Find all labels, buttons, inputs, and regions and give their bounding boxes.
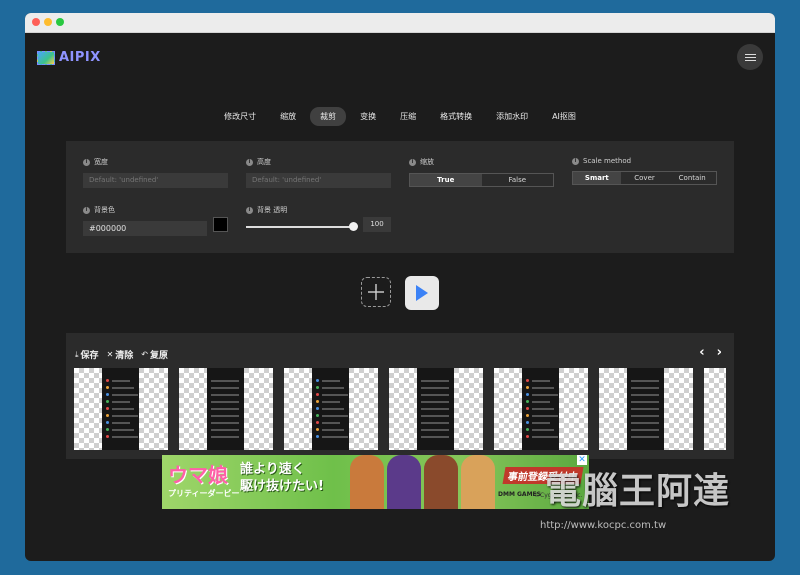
thumb-nav: ‹ › [699, 345, 722, 360]
height-input[interactable] [246, 173, 391, 188]
tab-add-watermark[interactable]: 添加水印 [486, 107, 538, 126]
bg-color-label: 背景色 [94, 206, 115, 214]
minimize-window-icon[interactable] [44, 18, 52, 26]
hamburger-icon [744, 53, 756, 55]
thumbnail-image [207, 368, 244, 450]
tab-crop[interactable]: 裁剪 [310, 107, 347, 126]
result-thumbnail[interactable] [599, 368, 693, 450]
watermark-url: http://www.kocpc.com.tw [540, 520, 667, 531]
result-thumbnail[interactable] [74, 368, 168, 450]
tab-transform[interactable]: 变换 [350, 107, 386, 126]
chevron-right-icon[interactable]: › [717, 345, 722, 360]
scale-method-smart[interactable]: Smart [573, 172, 621, 184]
add-image-button[interactable] [361, 277, 391, 307]
result-actions: ⤓ 保存 ✕ 清除 ↶ 复原 [75, 348, 168, 362]
image-logo-icon [37, 50, 55, 65]
bg-opacity-slider-handle[interactable] [349, 222, 358, 231]
ad-slogan: 誰より速く 駆け抜けたい! [240, 462, 324, 494]
thumbnail-strip [74, 368, 726, 450]
scale-method-contain[interactable]: Contain [668, 172, 716, 184]
scale-method-toggle: Smart Cover Contain [572, 171, 717, 185]
bg-color-field: i 背景色 #000000 [83, 205, 228, 236]
thumbnail-image [102, 368, 139, 450]
ad-character-image [424, 455, 458, 509]
results-panel: ⤓ 保存 ✕ 清除 ↶ 复原 ‹ › [66, 333, 734, 459]
bg-opacity-field: i 背景 透明 100 [246, 205, 391, 232]
tab-ai-cutout[interactable]: AI抠图 [542, 107, 586, 126]
result-thumbnail[interactable] [389, 368, 483, 450]
bg-opacity-label: 背景 透明 [257, 206, 288, 214]
restore-button[interactable]: ↶ 复原 [141, 348, 168, 361]
clear-button[interactable]: ✕ 清除 [107, 348, 134, 361]
save-button[interactable]: ⤓ 保存 [75, 348, 99, 362]
info-icon[interactable]: i [246, 206, 253, 214]
menu-button[interactable] [737, 44, 763, 70]
scale-true-option[interactable]: True [410, 174, 482, 186]
width-label: 宽度 [94, 158, 108, 166]
plus-icon [368, 284, 384, 300]
ad-character-image [387, 455, 421, 509]
scale-method-cover[interactable]: Cover [621, 172, 669, 184]
width-field: i 宽度 [83, 157, 228, 188]
info-icon[interactable]: i [409, 158, 416, 166]
settings-panel: i 宽度 i 高度 i 缩放 True False i [66, 141, 734, 253]
ad-logo: ウマ娘 プリティーダービー [168, 463, 240, 498]
result-thumbnail[interactable] [704, 368, 726, 450]
browser-titlebar [25, 13, 775, 33]
ad-character-image [461, 455, 495, 509]
undo-icon: ↶ [141, 350, 148, 359]
close-window-icon[interactable] [32, 18, 40, 26]
info-icon[interactable]: i [572, 157, 579, 165]
width-input[interactable] [83, 173, 228, 188]
tab-format-convert[interactable]: 格式转换 [430, 107, 482, 126]
result-thumbnail[interactable] [179, 368, 273, 450]
play-icon [416, 285, 428, 301]
height-label: 高度 [257, 158, 271, 166]
tool-tabs: 修改尺寸 缩放 裁剪 变换 压缩 格式转换 添加水印 AI抠图 [25, 107, 775, 126]
height-field: i 高度 [246, 157, 391, 188]
ad-banner[interactable]: ウマ娘 プリティーダービー 誰より速く 駆け抜けたい! 事前登録受付中 DMM … [162, 455, 589, 509]
process-button[interactable] [405, 276, 439, 310]
ad-character-image [350, 455, 384, 509]
thumbnail-image [522, 368, 559, 450]
result-thumbnail[interactable] [284, 368, 378, 450]
bg-color-swatch[interactable] [213, 217, 228, 232]
scale-toggle: True False [409, 173, 554, 187]
bg-color-input[interactable]: #000000 [83, 221, 207, 236]
chevron-left-icon[interactable]: ‹ [699, 345, 704, 360]
app-logo[interactable]: AIPIX [37, 50, 101, 65]
scale-method-label: Scale method [583, 157, 632, 165]
close-icon: ✕ [106, 350, 114, 359]
app-name: AIPIX [59, 50, 101, 65]
bg-opacity-slider[interactable] [246, 226, 356, 228]
info-icon[interactable]: i [246, 158, 253, 166]
scale-field: i 缩放 True False [409, 157, 554, 187]
watermark-text: 電腦王阿達 [545, 471, 731, 512]
thumbnail-image [627, 368, 664, 450]
tab-resize[interactable]: 修改尺寸 [214, 107, 266, 126]
info-icon[interactable]: i [83, 158, 90, 166]
result-thumbnail[interactable] [494, 368, 588, 450]
thumbnail-image [417, 368, 454, 450]
bg-opacity-value[interactable]: 100 [363, 217, 391, 232]
scale-false-option[interactable]: False [482, 174, 554, 186]
tab-compress[interactable]: 压缩 [390, 107, 426, 126]
tab-scale[interactable]: 缩放 [270, 107, 306, 126]
maximize-window-icon[interactable] [56, 18, 64, 26]
info-icon[interactable]: i [83, 206, 90, 214]
scale-label: 缩放 [420, 158, 434, 166]
scale-method-field: i Scale method Smart Cover Contain [572, 157, 717, 185]
thumbnail-image [312, 368, 349, 450]
download-icon: ⤓ [75, 349, 79, 359]
